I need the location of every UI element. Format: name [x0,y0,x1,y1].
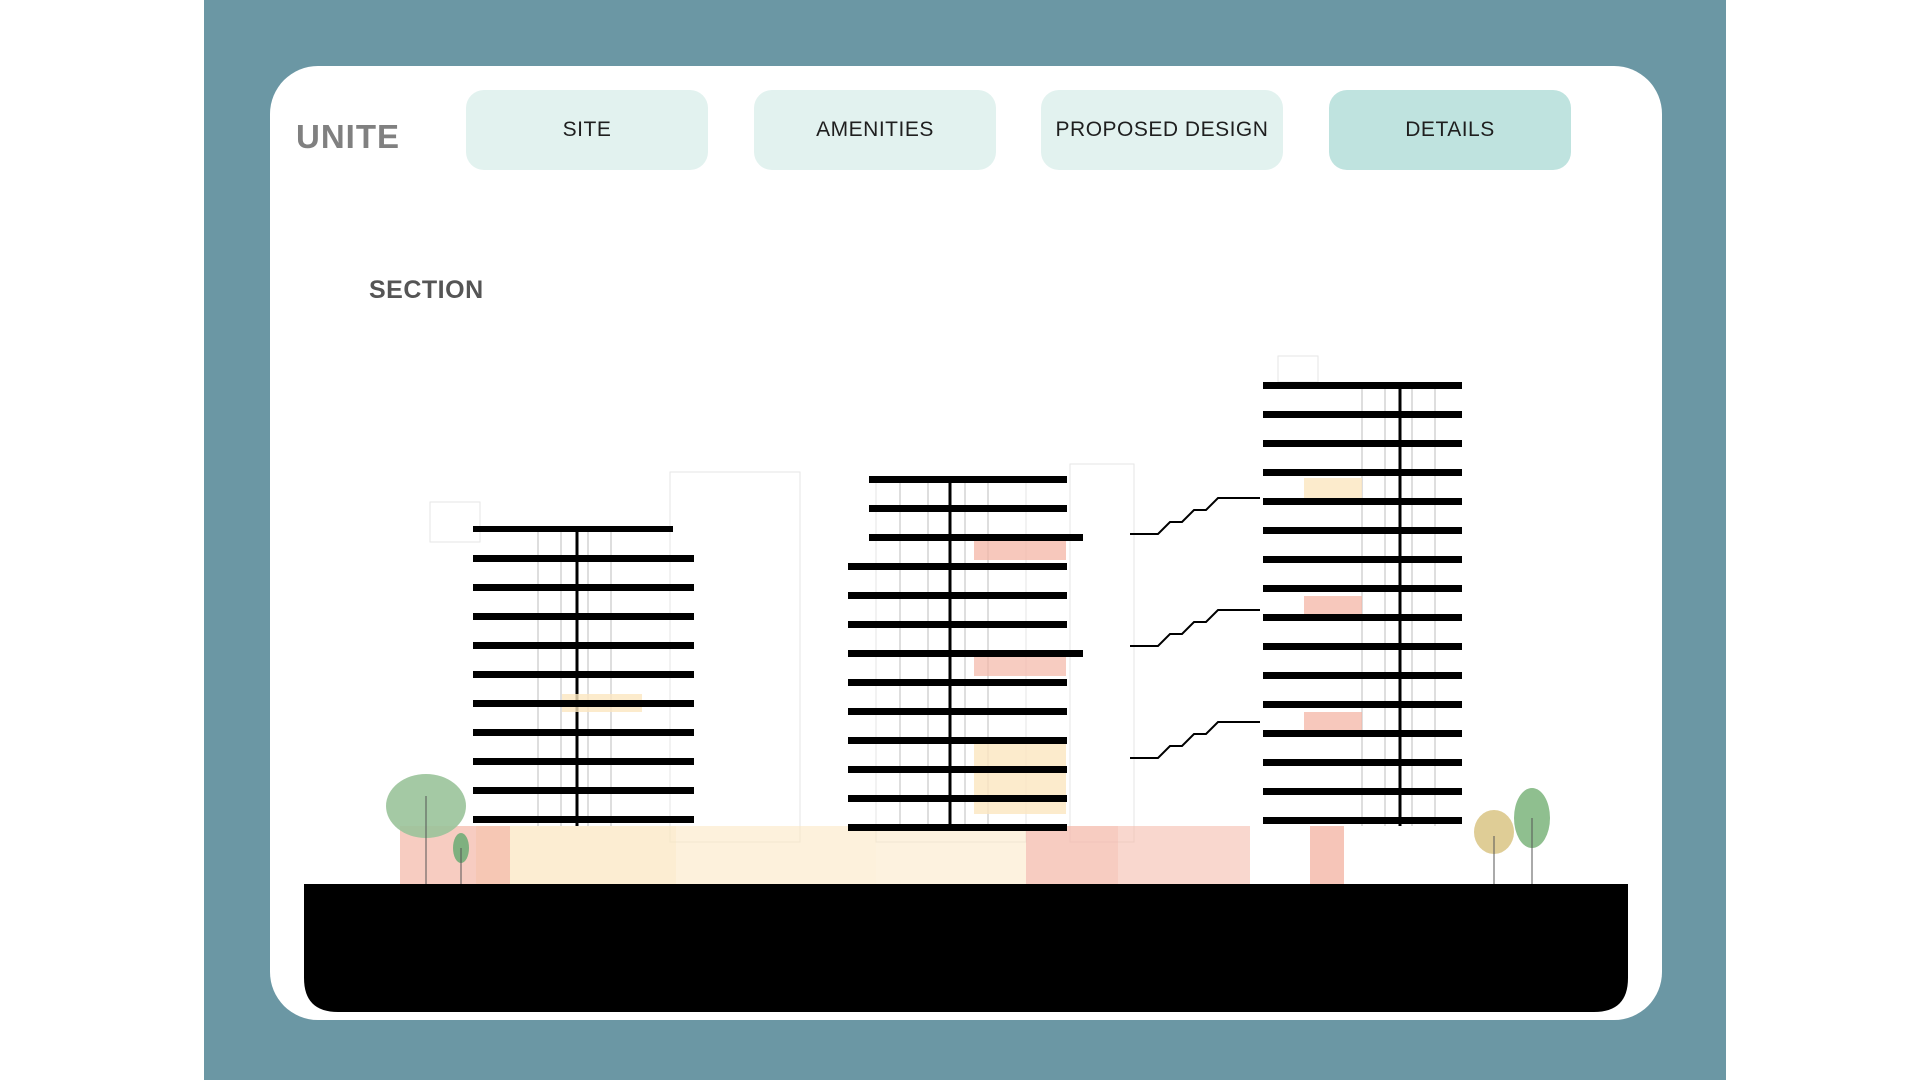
main-card: UNITE SITE AMENITIES PROPOSED DESIGN DET… [270,66,1662,1020]
ground-basement [304,884,1628,1012]
external-stairs [1130,497,1260,759]
building-section-drawing [304,355,1628,1012]
tree-right-yellow [1474,810,1514,884]
tower-left [473,526,694,826]
tree-right-green [1514,788,1550,884]
tower-right [1263,382,1462,826]
ground-floor-program [400,826,1344,884]
tower-middle [848,476,1083,831]
